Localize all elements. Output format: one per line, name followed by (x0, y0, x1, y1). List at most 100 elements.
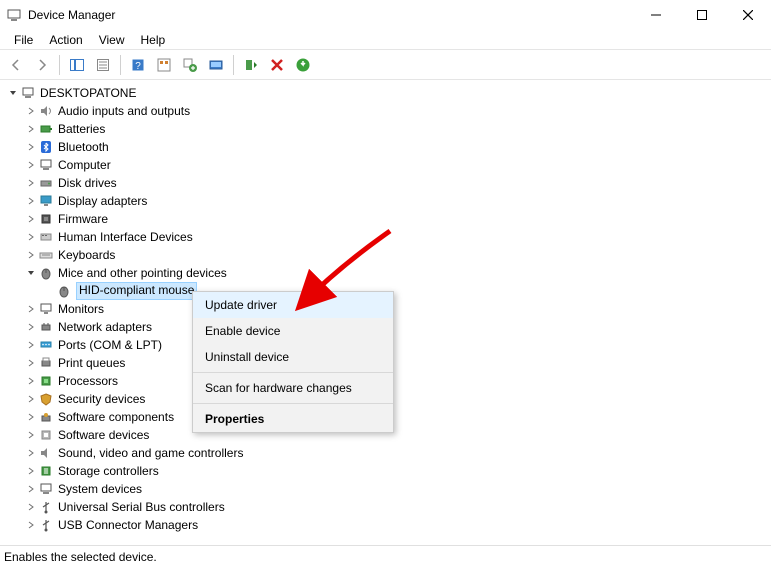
tree-item-label: Network adapters (58, 320, 152, 334)
tree-item-label: System devices (58, 482, 142, 496)
tree-item-hid[interactable]: Human Interface Devices (6, 228, 771, 246)
action-button[interactable] (152, 53, 176, 77)
chevron-right-icon[interactable] (24, 449, 38, 457)
tree-item-label: Firmware (58, 212, 108, 226)
add-legacy-hardware-button[interactable] (291, 53, 315, 77)
chevron-right-icon[interactable] (24, 305, 38, 313)
minimize-button[interactable] (633, 0, 679, 30)
chevron-right-icon[interactable] (24, 233, 38, 241)
chevron-right-icon[interactable] (24, 107, 38, 115)
tree-item-label: Processors (58, 374, 118, 388)
menu-view[interactable]: View (91, 31, 133, 49)
tree-item-mice[interactable]: Mice and other pointing devices (6, 264, 771, 282)
tree-item-label: Print queues (58, 356, 125, 370)
close-button[interactable] (725, 0, 771, 30)
port-icon (38, 337, 54, 353)
tree-item-disk-drives[interactable]: Disk drives (6, 174, 771, 192)
speaker-icon (38, 445, 54, 461)
tree-item-sound[interactable]: Sound, video and game controllers (6, 444, 771, 462)
software-icon (38, 427, 54, 443)
chevron-down-icon[interactable] (24, 269, 38, 277)
chevron-right-icon[interactable] (24, 431, 38, 439)
chevron-right-icon[interactable] (24, 395, 38, 403)
tree-item-label: Audio inputs and outputs (58, 104, 190, 118)
tree-item-label: Human Interface Devices (58, 230, 193, 244)
tree-item-firmware[interactable]: Firmware (6, 210, 771, 228)
disk-icon (38, 175, 54, 191)
component-icon (38, 409, 54, 425)
chevron-right-icon[interactable] (24, 413, 38, 421)
ctx-enable-device[interactable]: Enable device (193, 318, 393, 344)
chevron-down-icon[interactable] (6, 89, 20, 97)
ctx-update-driver[interactable]: Update driver (193, 292, 393, 318)
chevron-right-icon[interactable] (24, 485, 38, 493)
chevron-right-icon[interactable] (24, 341, 38, 349)
tree-item-label: USB Connector Managers (58, 518, 198, 532)
tree-root[interactable]: DESKTOPATONE (6, 84, 771, 102)
chevron-right-icon[interactable] (24, 467, 38, 475)
toolbar: ? (0, 50, 771, 80)
show-hide-tree-button[interactable] (65, 53, 89, 77)
update-driver-button[interactable] (178, 53, 202, 77)
properties-button[interactable] (91, 53, 115, 77)
tree-item-batteries[interactable]: Batteries (6, 120, 771, 138)
help-button[interactable]: ? (126, 53, 150, 77)
ctx-uninstall-device[interactable]: Uninstall device (193, 344, 393, 370)
tree-item-label: Display adapters (58, 194, 147, 208)
uninstall-device-button[interactable] (265, 53, 289, 77)
ctx-separator (193, 403, 393, 404)
chevron-right-icon[interactable] (24, 161, 38, 169)
chevron-right-icon[interactable] (24, 143, 38, 151)
mouse-icon (38, 265, 54, 281)
menu-action[interactable]: Action (41, 31, 90, 49)
tree-item-keyboards[interactable]: Keyboards (6, 246, 771, 264)
tree-item-label: Mice and other pointing devices (58, 266, 227, 280)
maximize-button[interactable] (679, 0, 725, 30)
chevron-right-icon[interactable] (24, 125, 38, 133)
chevron-right-icon[interactable] (24, 521, 38, 529)
computer-icon (38, 157, 54, 173)
usb-icon (38, 499, 54, 515)
tree-item-bluetooth[interactable]: Bluetooth (6, 138, 771, 156)
display-icon (38, 193, 54, 209)
back-button[interactable] (4, 53, 28, 77)
chevron-right-icon[interactable] (24, 251, 38, 259)
tree-item-label: Keyboards (58, 248, 115, 262)
tree-item-system[interactable]: System devices (6, 480, 771, 498)
menu-file[interactable]: File (6, 31, 41, 49)
tree-root-label: DESKTOPATONE (40, 86, 136, 100)
menu-help[interactable]: Help (133, 31, 174, 49)
system-icon (38, 481, 54, 497)
chevron-right-icon[interactable] (24, 377, 38, 385)
ctx-properties[interactable]: Properties (193, 406, 393, 432)
ctx-scan-hardware[interactable]: Scan for hardware changes (193, 375, 393, 401)
tree-item-audio[interactable]: Audio inputs and outputs (6, 102, 771, 120)
scan-hardware-button[interactable] (204, 53, 228, 77)
firmware-icon (38, 211, 54, 227)
chevron-right-icon[interactable] (24, 215, 38, 223)
battery-icon (38, 121, 54, 137)
window-title: Device Manager (28, 8, 115, 22)
tree-item-label: Software devices (58, 428, 149, 442)
chevron-right-icon[interactable] (24, 503, 38, 511)
tree-item-label: Universal Serial Bus controllers (58, 500, 225, 514)
chevron-right-icon[interactable] (24, 179, 38, 187)
chevron-right-icon[interactable] (24, 359, 38, 367)
chevron-right-icon[interactable] (24, 323, 38, 331)
chevron-right-icon[interactable] (24, 197, 38, 205)
tree-item-usb[interactable]: Universal Serial Bus controllers (6, 498, 771, 516)
tree-item-storage[interactable]: Storage controllers (6, 462, 771, 480)
statusbar: Enables the selected device. (0, 545, 771, 567)
svg-text:?: ? (135, 61, 141, 72)
tree-item-usb-connector[interactable]: USB Connector Managers (6, 516, 771, 534)
mouse-icon (56, 283, 72, 299)
network-icon (38, 319, 54, 335)
tree-item-label: Sound, video and game controllers (58, 446, 243, 460)
keyboard-icon (38, 247, 54, 263)
forward-button[interactable] (30, 53, 54, 77)
enable-device-button[interactable] (239, 53, 263, 77)
tree-item-display[interactable]: Display adapters (6, 192, 771, 210)
context-menu: Update driver Enable device Uninstall de… (192, 291, 394, 433)
tree-item-computer[interactable]: Computer (6, 156, 771, 174)
tree-item-label: Bluetooth (58, 140, 109, 154)
